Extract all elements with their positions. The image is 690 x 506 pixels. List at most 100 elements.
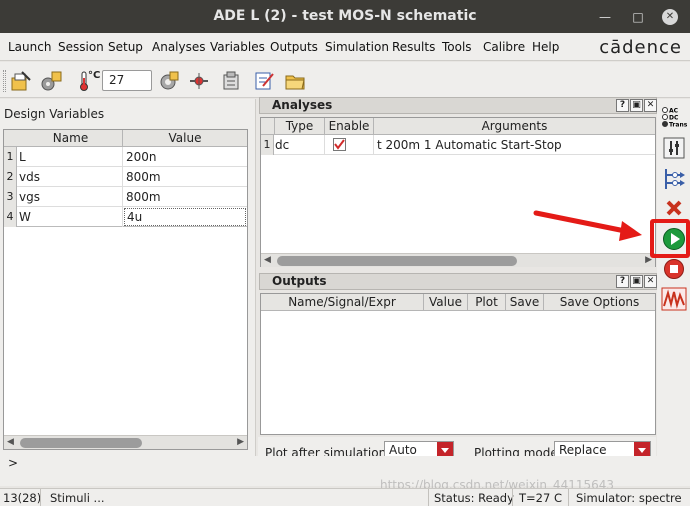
analysis-arguments[interactable]: t 200m 1 Automatic Start-Stop [377, 138, 562, 152]
setup-gear-icon[interactable] [40, 70, 62, 92]
trans-label: Trans [669, 122, 688, 129]
delete-icon[interactable] [665, 199, 683, 217]
close-panel-icon[interactable]: ✕ [644, 99, 657, 112]
variable-value[interactable]: 800m [126, 170, 161, 184]
analysis-type[interactable]: dc [275, 138, 289, 152]
scroll-right-icon[interactable]: ▶ [237, 437, 244, 447]
title-bar: ADE L (2) - test MOS-N schematic — □ ✕ [0, 0, 690, 33]
ac-label: AC [669, 108, 679, 115]
enable-checkbox[interactable] [333, 138, 346, 151]
table-row[interactable]: 1 L 200n [4, 147, 247, 167]
table-row[interactable]: 2 vds 800m [4, 167, 247, 187]
netlist-and-outputs-icon[interactable] [662, 167, 686, 191]
variable-name[interactable]: vds [19, 170, 40, 184]
table-row[interactable]: 1 dc t 200m 1 Automatic Start-Stop [261, 135, 655, 155]
column-header-type[interactable]: Type [274, 118, 324, 135]
close-panel-icon[interactable]: ✕ [644, 275, 657, 288]
row-number: 4 [4, 207, 17, 227]
variable-value[interactable]: 4u [124, 208, 246, 226]
window-title: ADE L (2) - test MOS-N schematic [213, 8, 477, 24]
status-state: Status: Ready [434, 491, 514, 505]
model-setup-icon[interactable] [158, 70, 180, 92]
close-button[interactable]: ✕ [662, 9, 678, 25]
help-icon[interactable]: ? [616, 99, 629, 112]
design-variables-table-header: Name Value [4, 130, 247, 147]
float-icon[interactable]: ▣ [630, 275, 643, 288]
table-row[interactable]: 3 vgs 800m [4, 187, 247, 207]
menu-setup[interactable]: Setup [108, 40, 143, 54]
outputs-panel-header: Outputs ? ▣ ✕ [259, 273, 657, 290]
plot-outputs-icon[interactable] [661, 287, 687, 311]
edit-form-icon[interactable] [253, 70, 275, 92]
annotation-arrow-icon [533, 210, 642, 241]
menu-help[interactable]: Help [532, 40, 559, 54]
menu-simulation[interactable]: Simulation [325, 40, 389, 54]
variable-name[interactable]: vgs [19, 190, 40, 204]
analyses-title: Analyses [272, 98, 333, 112]
temperature-input[interactable]: 27 [102, 70, 152, 91]
design-variables-panel: Design Variables Name Value 1 L 200n 2 v… [0, 99, 256, 471]
scroll-left-icon[interactable]: ◀ [7, 437, 14, 447]
menu-launch[interactable]: Launch [8, 40, 51, 54]
plotting-mode-value: Replace [559, 443, 607, 457]
column-header-signal[interactable]: Name/Signal/Expr [261, 294, 423, 311]
maximize-button[interactable]: □ [630, 9, 646, 25]
menu-calibre[interactable]: Calibre [483, 40, 525, 54]
command-prompt: > [8, 456, 19, 470]
column-header-arguments[interactable]: Arguments [373, 118, 655, 135]
outputs-title: Outputs [272, 274, 327, 288]
float-icon[interactable]: ▣ [630, 99, 643, 112]
status-bar: 13(28) Stimuli ... Status: Ready T=27 C … [0, 488, 690, 506]
menu-bar: Launch Session Setup Analyses Variables … [0, 33, 690, 61]
command-line[interactable]: > [0, 456, 690, 473]
row-number: 2 [4, 167, 17, 187]
load-state-icon[interactable] [220, 70, 242, 92]
column-header-plot[interactable]: Plot [467, 294, 505, 311]
menu-tools[interactable]: Tools [442, 40, 472, 54]
temperature-unit: °C [88, 70, 101, 81]
stop-simulation-icon[interactable] [663, 258, 685, 280]
row-number: 1 [4, 147, 17, 167]
column-header-value[interactable]: Value [123, 131, 247, 145]
design-variables-header: Design Variables [4, 107, 105, 121]
status-simulator: Simulator: spectre [576, 491, 682, 505]
netlist-icon[interactable] [188, 70, 210, 92]
toolbar-grip [3, 70, 6, 92]
menu-analyses[interactable]: Analyses [152, 40, 206, 54]
status-temperature: T=27 C [519, 491, 562, 505]
highlight-box [650, 219, 690, 258]
scrollbar-thumb[interactable] [20, 438, 142, 448]
column-header-value[interactable]: Value [423, 294, 467, 311]
design-variables-table: Name Value 1 L 200n 2 vds 800m 3 vgs 800… [3, 129, 248, 450]
row-number: 1 [261, 135, 274, 155]
open-folder-icon[interactable] [284, 70, 306, 92]
variable-value[interactable]: 800m [126, 190, 161, 204]
right-toolbar: AC DC Trans [657, 99, 690, 471]
menu-outputs[interactable]: Outputs [270, 40, 318, 54]
dc-label: DC [669, 115, 679, 122]
menu-session[interactable]: Session [58, 40, 104, 54]
variable-name[interactable]: W [19, 210, 31, 224]
status-stimuli[interactable]: Stimuli ... [50, 491, 105, 505]
column-header-save-options[interactable]: Save Options [543, 294, 655, 311]
scrollbar-thumb[interactable] [277, 256, 517, 266]
help-icon[interactable]: ? [616, 275, 629, 288]
setup-outputs-icon[interactable] [663, 137, 685, 159]
table-row[interactable]: 4 W 4u [4, 207, 247, 227]
menu-results[interactable]: Results [392, 40, 435, 54]
scroll-left-icon[interactable]: ◀ [264, 255, 271, 265]
variable-value[interactable]: 200n [126, 150, 157, 164]
analyses-table: Type Enable Arguments 1 dc t 200m 1 Auto… [260, 117, 656, 267]
variable-name[interactable]: L [19, 150, 26, 164]
analyses-hscrollbar[interactable]: ◀ ▶ [261, 253, 655, 267]
design-variables-hscrollbar[interactable]: ◀ ▶ [4, 435, 247, 449]
minimize-button[interactable]: — [597, 9, 613, 25]
cadence-logo: cādence [599, 37, 682, 58]
column-header-save[interactable]: Save [505, 294, 543, 311]
status-position: 13(28) [3, 491, 42, 505]
choose-analyses-icon[interactable]: AC DC Trans [661, 105, 689, 131]
column-header-enable[interactable]: Enable [324, 118, 373, 135]
column-header-name[interactable]: Name [18, 131, 123, 145]
edit-schematic-icon[interactable] [10, 70, 32, 92]
menu-variables[interactable]: Variables [210, 40, 265, 54]
